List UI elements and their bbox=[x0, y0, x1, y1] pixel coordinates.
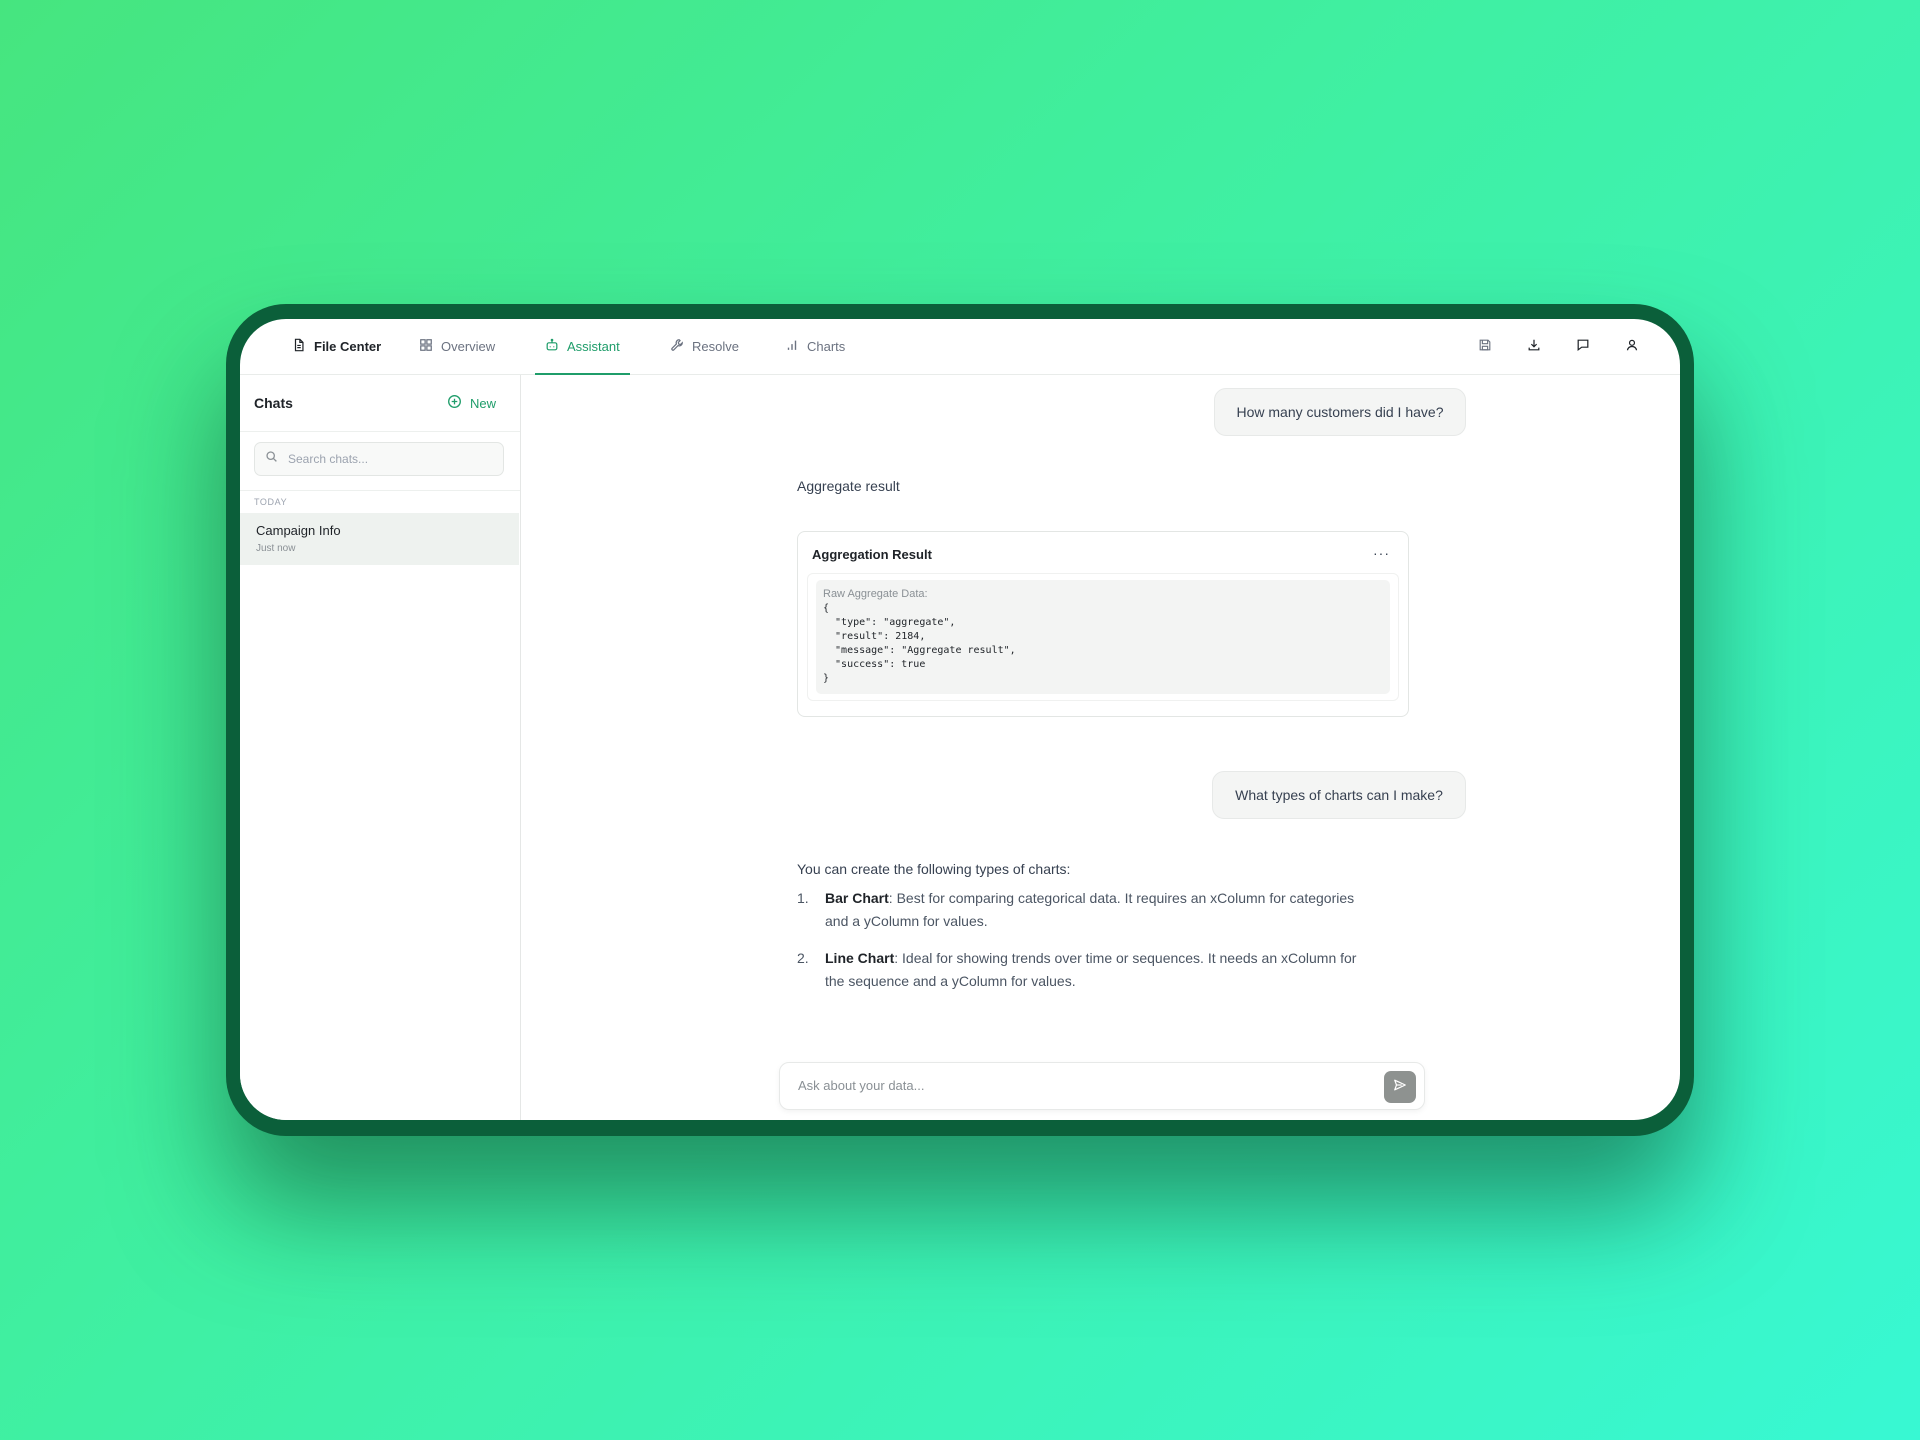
tab-label: Overview bbox=[441, 339, 496, 354]
save-icon bbox=[1478, 338, 1492, 357]
message-composer bbox=[779, 1062, 1425, 1110]
assistant-message-text: You can create the following types of ch… bbox=[797, 861, 1071, 877]
tab-label: Resolve bbox=[692, 339, 739, 354]
new-chat-button[interactable]: New bbox=[447, 394, 496, 412]
plus-circle-icon bbox=[447, 394, 462, 412]
code-block: Raw Aggregate Data: { "type": "aggregate… bbox=[816, 580, 1390, 694]
search-section bbox=[240, 432, 520, 491]
list-text: Bar Chart: Best for comparing categorica… bbox=[825, 887, 1365, 933]
sidebar-title: Chats bbox=[254, 395, 293, 411]
comment-button[interactable] bbox=[1573, 337, 1593, 357]
send-button[interactable] bbox=[1384, 1071, 1416, 1103]
conversation-panel: How many customers did I have? Aggregate… bbox=[521, 375, 1680, 1120]
chat-list-item[interactable]: Campaign Info Just now bbox=[240, 513, 519, 565]
list-item: 1. Bar Chart: Best for comparing categor… bbox=[797, 887, 1417, 935]
tab-label: Charts bbox=[807, 339, 846, 354]
list-number: 1. bbox=[797, 890, 809, 906]
chat-sidebar: Chats New TODAY Campaign Info bbox=[240, 375, 521, 1120]
tab-resolve[interactable]: Resolve bbox=[670, 319, 739, 374]
code-label: Raw Aggregate Data: bbox=[823, 588, 928, 600]
search-box bbox=[254, 442, 504, 476]
file-icon bbox=[292, 338, 306, 355]
user-icon bbox=[1625, 338, 1639, 357]
save-button[interactable] bbox=[1475, 337, 1495, 357]
app-window: File Center Overview Assistant Resolve C… bbox=[240, 319, 1680, 1120]
new-chat-label: New bbox=[469, 395, 496, 411]
comment-icon bbox=[1576, 338, 1590, 357]
chat-title: Campaign Info bbox=[256, 523, 341, 538]
grid-icon bbox=[419, 338, 433, 355]
sidebar-header: Chats New bbox=[240, 375, 520, 432]
send-icon bbox=[1393, 1078, 1407, 1097]
search-icon bbox=[265, 450, 278, 468]
download-button[interactable] bbox=[1524, 337, 1544, 357]
assistant-message-text: Aggregate result bbox=[797, 478, 900, 494]
user-message: How many customers did I have? bbox=[1214, 388, 1466, 436]
list-item-title: Bar Chart bbox=[825, 890, 889, 906]
aggregation-result-card: Aggregation Result ··· Raw Aggregate Dat… bbox=[797, 531, 1409, 717]
search-input[interactable] bbox=[286, 451, 490, 467]
tab-overview[interactable]: Overview bbox=[419, 319, 495, 374]
list-item-description: : Ideal for showing trends over time or … bbox=[825, 950, 1357, 989]
list-number: 2. bbox=[797, 950, 809, 966]
group-label-today: TODAY bbox=[254, 497, 288, 507]
download-icon bbox=[1527, 338, 1541, 357]
list-text: Line Chart: Ideal for showing trends ove… bbox=[825, 947, 1365, 993]
user-message: What types of charts can I make? bbox=[1212, 771, 1466, 819]
tab-assistant[interactable]: Assistant bbox=[535, 319, 630, 375]
bar-chart-icon bbox=[785, 338, 799, 355]
list-item-title: Line Chart bbox=[825, 950, 895, 966]
account-button[interactable] bbox=[1622, 337, 1642, 357]
chat-timestamp: Just now bbox=[256, 543, 296, 554]
card-title: Aggregation Result bbox=[812, 547, 932, 562]
message-input[interactable] bbox=[796, 1077, 1360, 1094]
tab-label: Assistant bbox=[567, 339, 620, 354]
top-nav: File Center Overview Assistant Resolve C… bbox=[240, 319, 1680, 375]
bot-icon bbox=[545, 338, 559, 355]
json-code: { "type": "aggregate", "result": 2184, "… bbox=[823, 603, 1016, 684]
list-item-description: : Best for comparing categorical data. I… bbox=[825, 890, 1355, 929]
user-message-text: What types of charts can I make? bbox=[1235, 787, 1443, 803]
tab-label: File Center bbox=[314, 339, 382, 354]
tab-charts[interactable]: Charts bbox=[785, 319, 845, 374]
user-message-text: How many customers did I have? bbox=[1236, 404, 1444, 420]
device-frame: File Center Overview Assistant Resolve C… bbox=[226, 304, 1694, 1136]
list-item: 2. Line Chart: Ideal for showing trends … bbox=[797, 947, 1417, 995]
more-options-button[interactable]: ··· bbox=[1373, 545, 1390, 561]
tab-file-center[interactable]: File Center bbox=[292, 319, 381, 374]
wrench-icon bbox=[670, 338, 684, 355]
card-content: Raw Aggregate Data: { "type": "aggregate… bbox=[807, 573, 1399, 701]
